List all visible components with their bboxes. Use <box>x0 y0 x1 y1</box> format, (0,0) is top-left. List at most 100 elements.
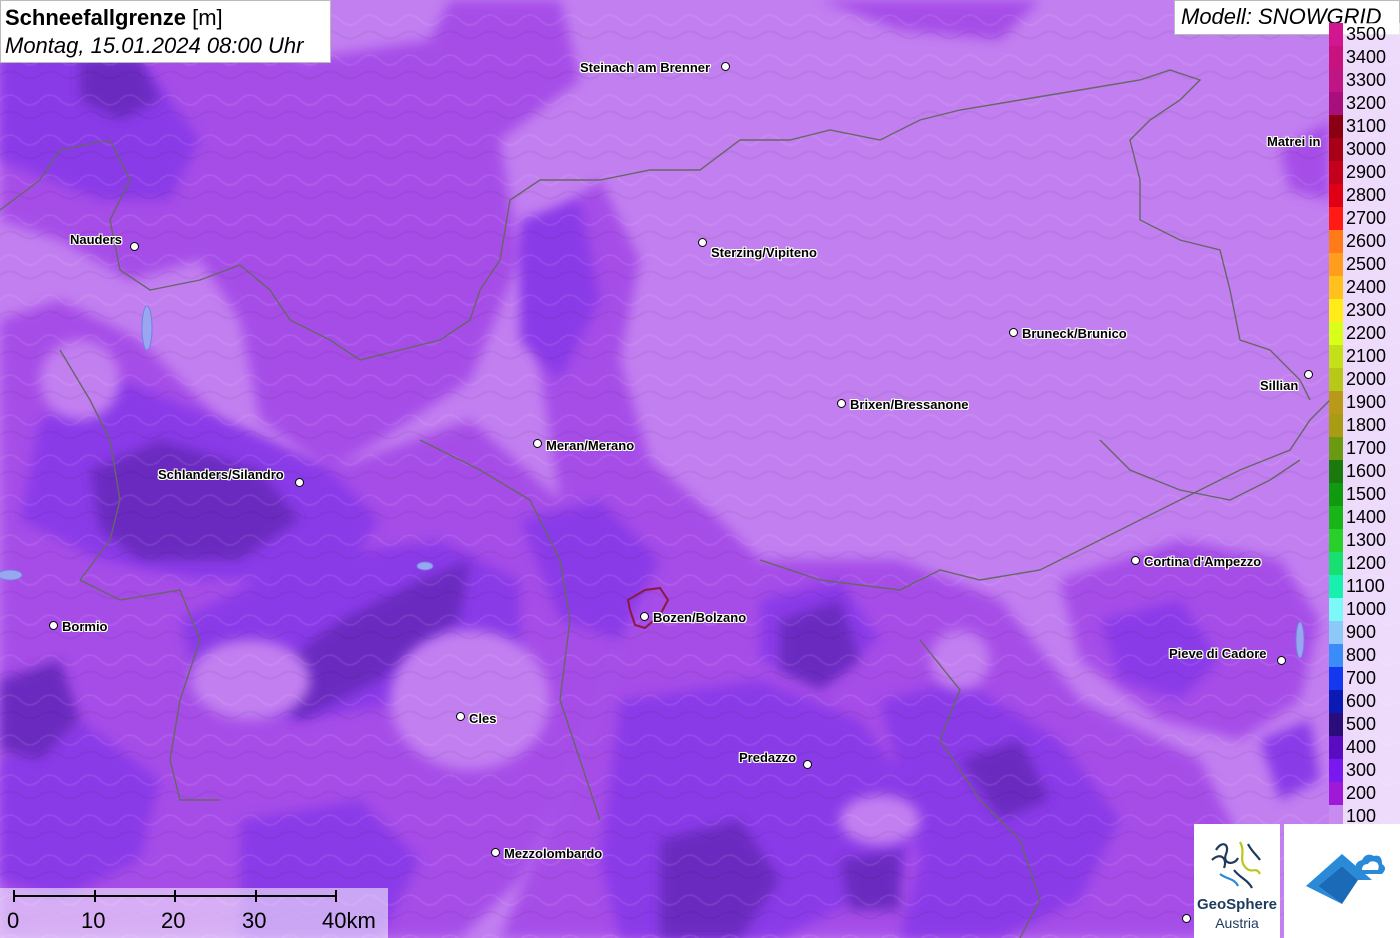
legend-item: 2000 <box>1329 368 1400 391</box>
city-dot[interactable] <box>640 612 649 621</box>
legend-swatch <box>1329 713 1343 736</box>
city-dot[interactable] <box>130 242 139 251</box>
city-label: Bozen/Bolzano <box>653 610 747 625</box>
legend-label: 1400 <box>1343 506 1400 529</box>
city-dot[interactable] <box>295 478 304 487</box>
legend-swatch <box>1329 368 1343 391</box>
legend-swatch <box>1329 46 1343 69</box>
legend-label: 3400 <box>1343 46 1400 69</box>
legend-label: 2600 <box>1343 230 1400 253</box>
legend-label: 2700 <box>1343 207 1400 230</box>
city-label: Cles <box>469 711 497 726</box>
snow-mountain-icon <box>1306 854 1385 904</box>
legend-label: 3200 <box>1343 92 1400 115</box>
city-label: Steinach am Brenner <box>580 60 711 75</box>
scale-label: 10 <box>81 908 106 933</box>
legend-swatch <box>1329 253 1343 276</box>
city-dot[interactable] <box>456 712 465 721</box>
legend-swatch <box>1329 184 1343 207</box>
legend-swatch <box>1329 782 1343 805</box>
legend-label: 2200 <box>1343 322 1400 345</box>
legend-label: 3100 <box>1343 115 1400 138</box>
legend-swatch <box>1329 621 1343 644</box>
scale-label: 40km <box>322 908 376 933</box>
city-dot[interactable] <box>49 621 58 630</box>
legend-label: 1800 <box>1343 414 1400 437</box>
legend-swatch <box>1329 736 1343 759</box>
legend-label: 700 <box>1343 667 1400 690</box>
legend-label: 900 <box>1343 621 1400 644</box>
legend-swatch <box>1329 92 1343 115</box>
legend-label: 800 <box>1343 644 1400 667</box>
legend-label: 300 <box>1343 759 1400 782</box>
legend-label: 1200 <box>1343 552 1400 575</box>
legend-swatch <box>1329 644 1343 667</box>
city-dot[interactable] <box>837 399 846 408</box>
color-legend: 3500 3400 3300 3200 3100 3000 2900 2800 2700 2600… <box>1329 23 1400 828</box>
city-label: Predazzo <box>739 750 797 765</box>
legend-label: 1300 <box>1343 529 1400 552</box>
legend-swatch <box>1329 598 1343 621</box>
city-label: Sterzing/Vipiteno <box>711 245 817 260</box>
legend-item: 1100 <box>1329 575 1400 598</box>
legend-item: 700 <box>1329 667 1400 690</box>
city-label: Nauders <box>70 232 123 247</box>
map-title-panel: Schneefallgrenze [m] Montag, 15.01.2024 … <box>0 0 331 63</box>
logo-name-line2: Austria <box>1215 915 1259 931</box>
legend-swatch <box>1329 345 1343 368</box>
legend-item: 2700 <box>1329 207 1400 230</box>
city-label: Cortina d'Ampezzo <box>1144 554 1262 569</box>
city-dot[interactable] <box>721 62 730 71</box>
city-label: Mezzolombardo <box>504 846 603 861</box>
legend-label: 2500 <box>1343 253 1400 276</box>
scale-label: 30 <box>242 908 267 933</box>
city-dot[interactable] <box>1009 328 1018 337</box>
legend-item: 3000 <box>1329 138 1400 161</box>
legend-label: 1600 <box>1343 460 1400 483</box>
legend-item: 2800 <box>1329 184 1400 207</box>
legend-swatch <box>1329 299 1343 322</box>
legend-item: 400 <box>1329 736 1400 759</box>
snow-app-logo[interactable] <box>1284 824 1400 938</box>
legend-swatch <box>1329 690 1343 713</box>
legend-item: 1200 <box>1329 552 1400 575</box>
legend-swatch <box>1329 437 1343 460</box>
legend-swatch <box>1329 138 1343 161</box>
legend-label: 200 <box>1343 782 1400 805</box>
legend-label: 2100 <box>1343 345 1400 368</box>
legend-label: 1100 <box>1343 575 1400 598</box>
city-dot[interactable] <box>1304 370 1313 379</box>
legend-label: 2400 <box>1343 276 1400 299</box>
legend-swatch <box>1329 322 1343 345</box>
city-dot[interactable] <box>1277 656 1286 665</box>
city-label: Meran/Merano <box>546 438 635 453</box>
legend-swatch <box>1329 161 1343 184</box>
legend-item: 2300 <box>1329 299 1400 322</box>
city-dot[interactable] <box>491 848 500 857</box>
legend-label: 1000 <box>1343 598 1400 621</box>
legend-swatch <box>1329 759 1343 782</box>
city-dot[interactable] <box>533 439 542 448</box>
geosphere-emblem-icon <box>1211 841 1261 889</box>
legend-item: 200 <box>1329 782 1400 805</box>
legend-item: 300 <box>1329 759 1400 782</box>
legend-item: 1500 <box>1329 483 1400 506</box>
legend-item: 2200 <box>1329 322 1400 345</box>
city-label: Matrei in <box>1267 134 1321 149</box>
city-label: Schlanders/Silandro <box>158 467 284 482</box>
legend-item: 2500 <box>1329 253 1400 276</box>
legend-item: 1700 <box>1329 437 1400 460</box>
geosphere-logo[interactable]: GeoSphere Austria <box>1194 824 1280 938</box>
legend-swatch <box>1329 230 1343 253</box>
city-dot[interactable] <box>1131 556 1140 565</box>
city-label: Pieve di Cadore <box>1169 646 1267 661</box>
city-dot[interactable] <box>803 760 812 769</box>
legend-label: 500 <box>1343 713 1400 736</box>
legend-swatch <box>1329 552 1343 575</box>
legend-item: 800 <box>1329 644 1400 667</box>
city-dot[interactable] <box>698 238 707 247</box>
legend-label: 2000 <box>1343 368 1400 391</box>
legend-label: 1700 <box>1343 437 1400 460</box>
city-dot[interactable] <box>1182 914 1191 923</box>
legend-swatch <box>1329 115 1343 138</box>
